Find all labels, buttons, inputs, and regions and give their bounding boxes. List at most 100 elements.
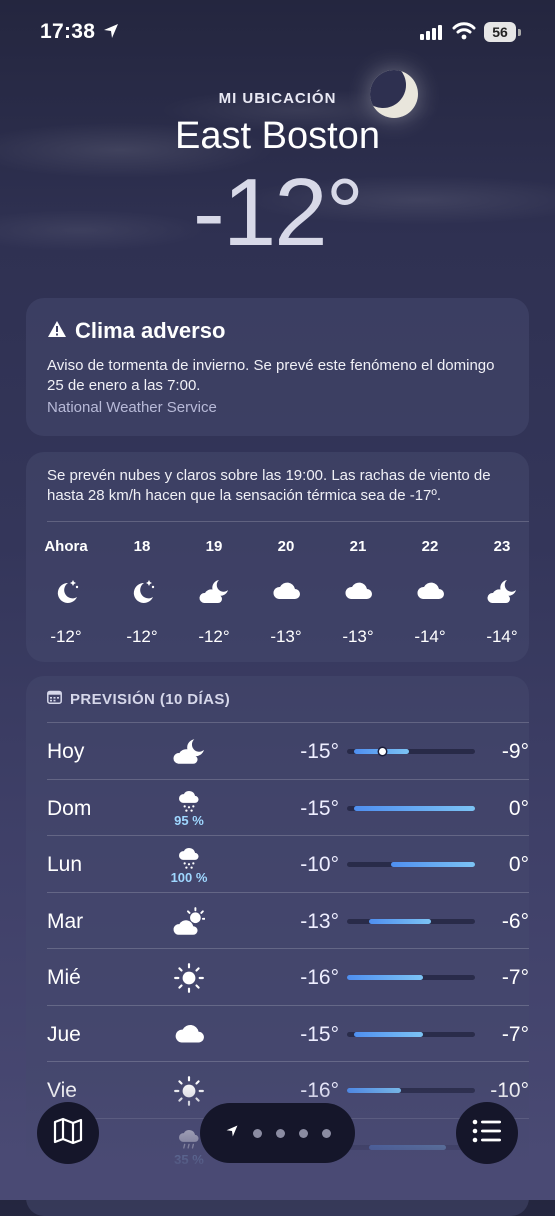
row-divider <box>47 948 529 949</box>
battery-tip <box>518 29 521 36</box>
calendar-icon <box>47 690 62 708</box>
page-dot[interactable] <box>275 1128 285 1138</box>
hourly-item: 20 -13° <box>256 538 316 647</box>
alert-source[interactable]: National Weather Service <box>47 399 217 416</box>
row-divider <box>47 778 529 780</box>
alert-title-row: Clima adverso <box>47 318 225 344</box>
hour-temp: -12° <box>198 627 230 646</box>
cloud-icon <box>328 577 388 607</box>
status-bar: 17:38 56 <box>0 18 555 48</box>
forecast-day-row[interactable]: Jue -15° -7° <box>47 1004 529 1061</box>
temp-range-fill <box>347 975 423 980</box>
low-temp: -15° <box>300 796 339 820</box>
hour-label: 23 <box>493 538 511 555</box>
alert-description: Aviso de tormenta de invierno. Se prevé … <box>47 357 495 394</box>
hourly-item: 18 -12° <box>112 538 172 647</box>
current-temp-marker <box>379 748 386 755</box>
forecast-day-row[interactable]: Mar -13° -6° <box>47 891 529 948</box>
precip-chance: 100 % <box>170 869 208 885</box>
cloud-icon <box>400 577 460 607</box>
location-pager[interactable] <box>200 1103 355 1163</box>
day-label: Mar <box>47 909 84 933</box>
locations-list-button[interactable] <box>456 1102 518 1164</box>
row-divider <box>47 1004 529 1006</box>
row-divider <box>47 835 529 836</box>
low-temp: -16° <box>300 966 339 989</box>
page-dot[interactable] <box>298 1128 308 1138</box>
day-label: Vie <box>47 1079 77 1102</box>
temp-range-bar <box>347 1031 475 1037</box>
precip-chance: 35 % <box>174 1152 204 1167</box>
day-label: Dom <box>47 796 92 820</box>
cloud-icon <box>159 1015 219 1055</box>
map-button[interactable] <box>37 1102 99 1164</box>
hour-temp: -13° <box>342 627 374 646</box>
hourly-item: 19 -12° <box>184 538 244 647</box>
forecast-day-row[interactable]: Mié -16° -7° <box>47 948 529 1004</box>
hour-temp: -12° <box>50 627 82 646</box>
wifi-icon <box>452 22 476 45</box>
location-label: MI UBICACIÓN <box>218 90 337 107</box>
low-temp: -15° <box>300 740 339 763</box>
precip-chance: 95 % <box>174 813 204 828</box>
map-icon <box>53 1117 83 1150</box>
cloud-snow-icon: 95 % <box>159 789 219 829</box>
location-arrow-icon <box>102 22 120 45</box>
hour-label: 20 <box>277 538 295 555</box>
row-divider <box>47 722 529 723</box>
high-temp: -6° <box>501 909 529 933</box>
page-dot[interactable] <box>252 1128 262 1138</box>
current-location-icon <box>225 1124 239 1143</box>
cloud-moon-icon <box>184 577 244 607</box>
day-label: Mié <box>47 966 81 989</box>
cloud-icon <box>256 577 316 607</box>
row-divider <box>47 1061 529 1062</box>
current-temperature: -12° <box>192 159 364 266</box>
alert-title: Clima adverso <box>75 318 226 343</box>
cloud-moon-icon <box>472 577 532 607</box>
severe-weather-card[interactable]: Clima adverso Aviso de tormenta de invie… <box>26 298 529 436</box>
temp-range-bar <box>347 918 475 924</box>
day-label: Jue <box>47 1022 81 1046</box>
temp-range-bar <box>347 1144 475 1150</box>
cloud-sun-icon <box>159 902 219 942</box>
hour-temp: -13° <box>270 627 302 646</box>
hourly-item: 22 -14° <box>400 538 460 647</box>
hour-label: 21 <box>349 538 367 555</box>
temp-range-bar <box>347 748 475 755</box>
warning-icon <box>47 318 67 344</box>
hour-temp: -14° <box>486 627 518 646</box>
cloud-moon-icon <box>159 732 219 772</box>
low-temp: -16° <box>300 1079 339 1102</box>
forecast-day-row[interactable]: Dom 95 % -15° 0° <box>47 778 529 835</box>
hourly-summary: Se prevén nubes y claros sobre las 19:00… <box>47 467 491 504</box>
divider <box>47 521 529 522</box>
moon-stars-icon <box>36 577 96 607</box>
temp-range-fill <box>347 1088 401 1093</box>
ten-day-heading-text: PREVISIÓN (10 DÍAS) <box>70 690 231 708</box>
sun-icon <box>159 958 219 998</box>
sun-icon <box>159 1071 219 1111</box>
high-temp: 0° <box>508 853 529 876</box>
temp-range-bar <box>347 805 475 811</box>
hour-temp: -14° <box>414 627 446 646</box>
forecast-day-row[interactable]: Hoy -15° -9° <box>47 722 529 778</box>
hourly-item: 23 -14° <box>472 538 532 647</box>
battery-indicator: 56 <box>484 22 516 42</box>
high-temp: 0° <box>508 796 529 820</box>
hour-label: 19 <box>205 538 223 555</box>
hour-label: Ahora <box>44 538 88 555</box>
row-divider <box>47 891 529 893</box>
hourly-item: 21 -13° <box>328 538 388 647</box>
forecast-day-row[interactable]: Lun 100 % -10° 0° <box>47 835 529 891</box>
temp-range-fill <box>369 1144 446 1150</box>
hourly-forecast-card[interactable]: Se prevén nubes y claros sobre las 19:00… <box>26 452 529 662</box>
temp-range-bar <box>347 1088 475 1093</box>
page-dot[interactable] <box>321 1128 331 1138</box>
temp-range-bar <box>347 862 475 867</box>
high-temp: -7° <box>501 1022 529 1046</box>
low-temp: -13° <box>300 909 339 933</box>
status-time: 17:38 <box>40 20 96 43</box>
temp-range-fill <box>369 918 431 924</box>
temp-range-bar <box>347 975 475 980</box>
